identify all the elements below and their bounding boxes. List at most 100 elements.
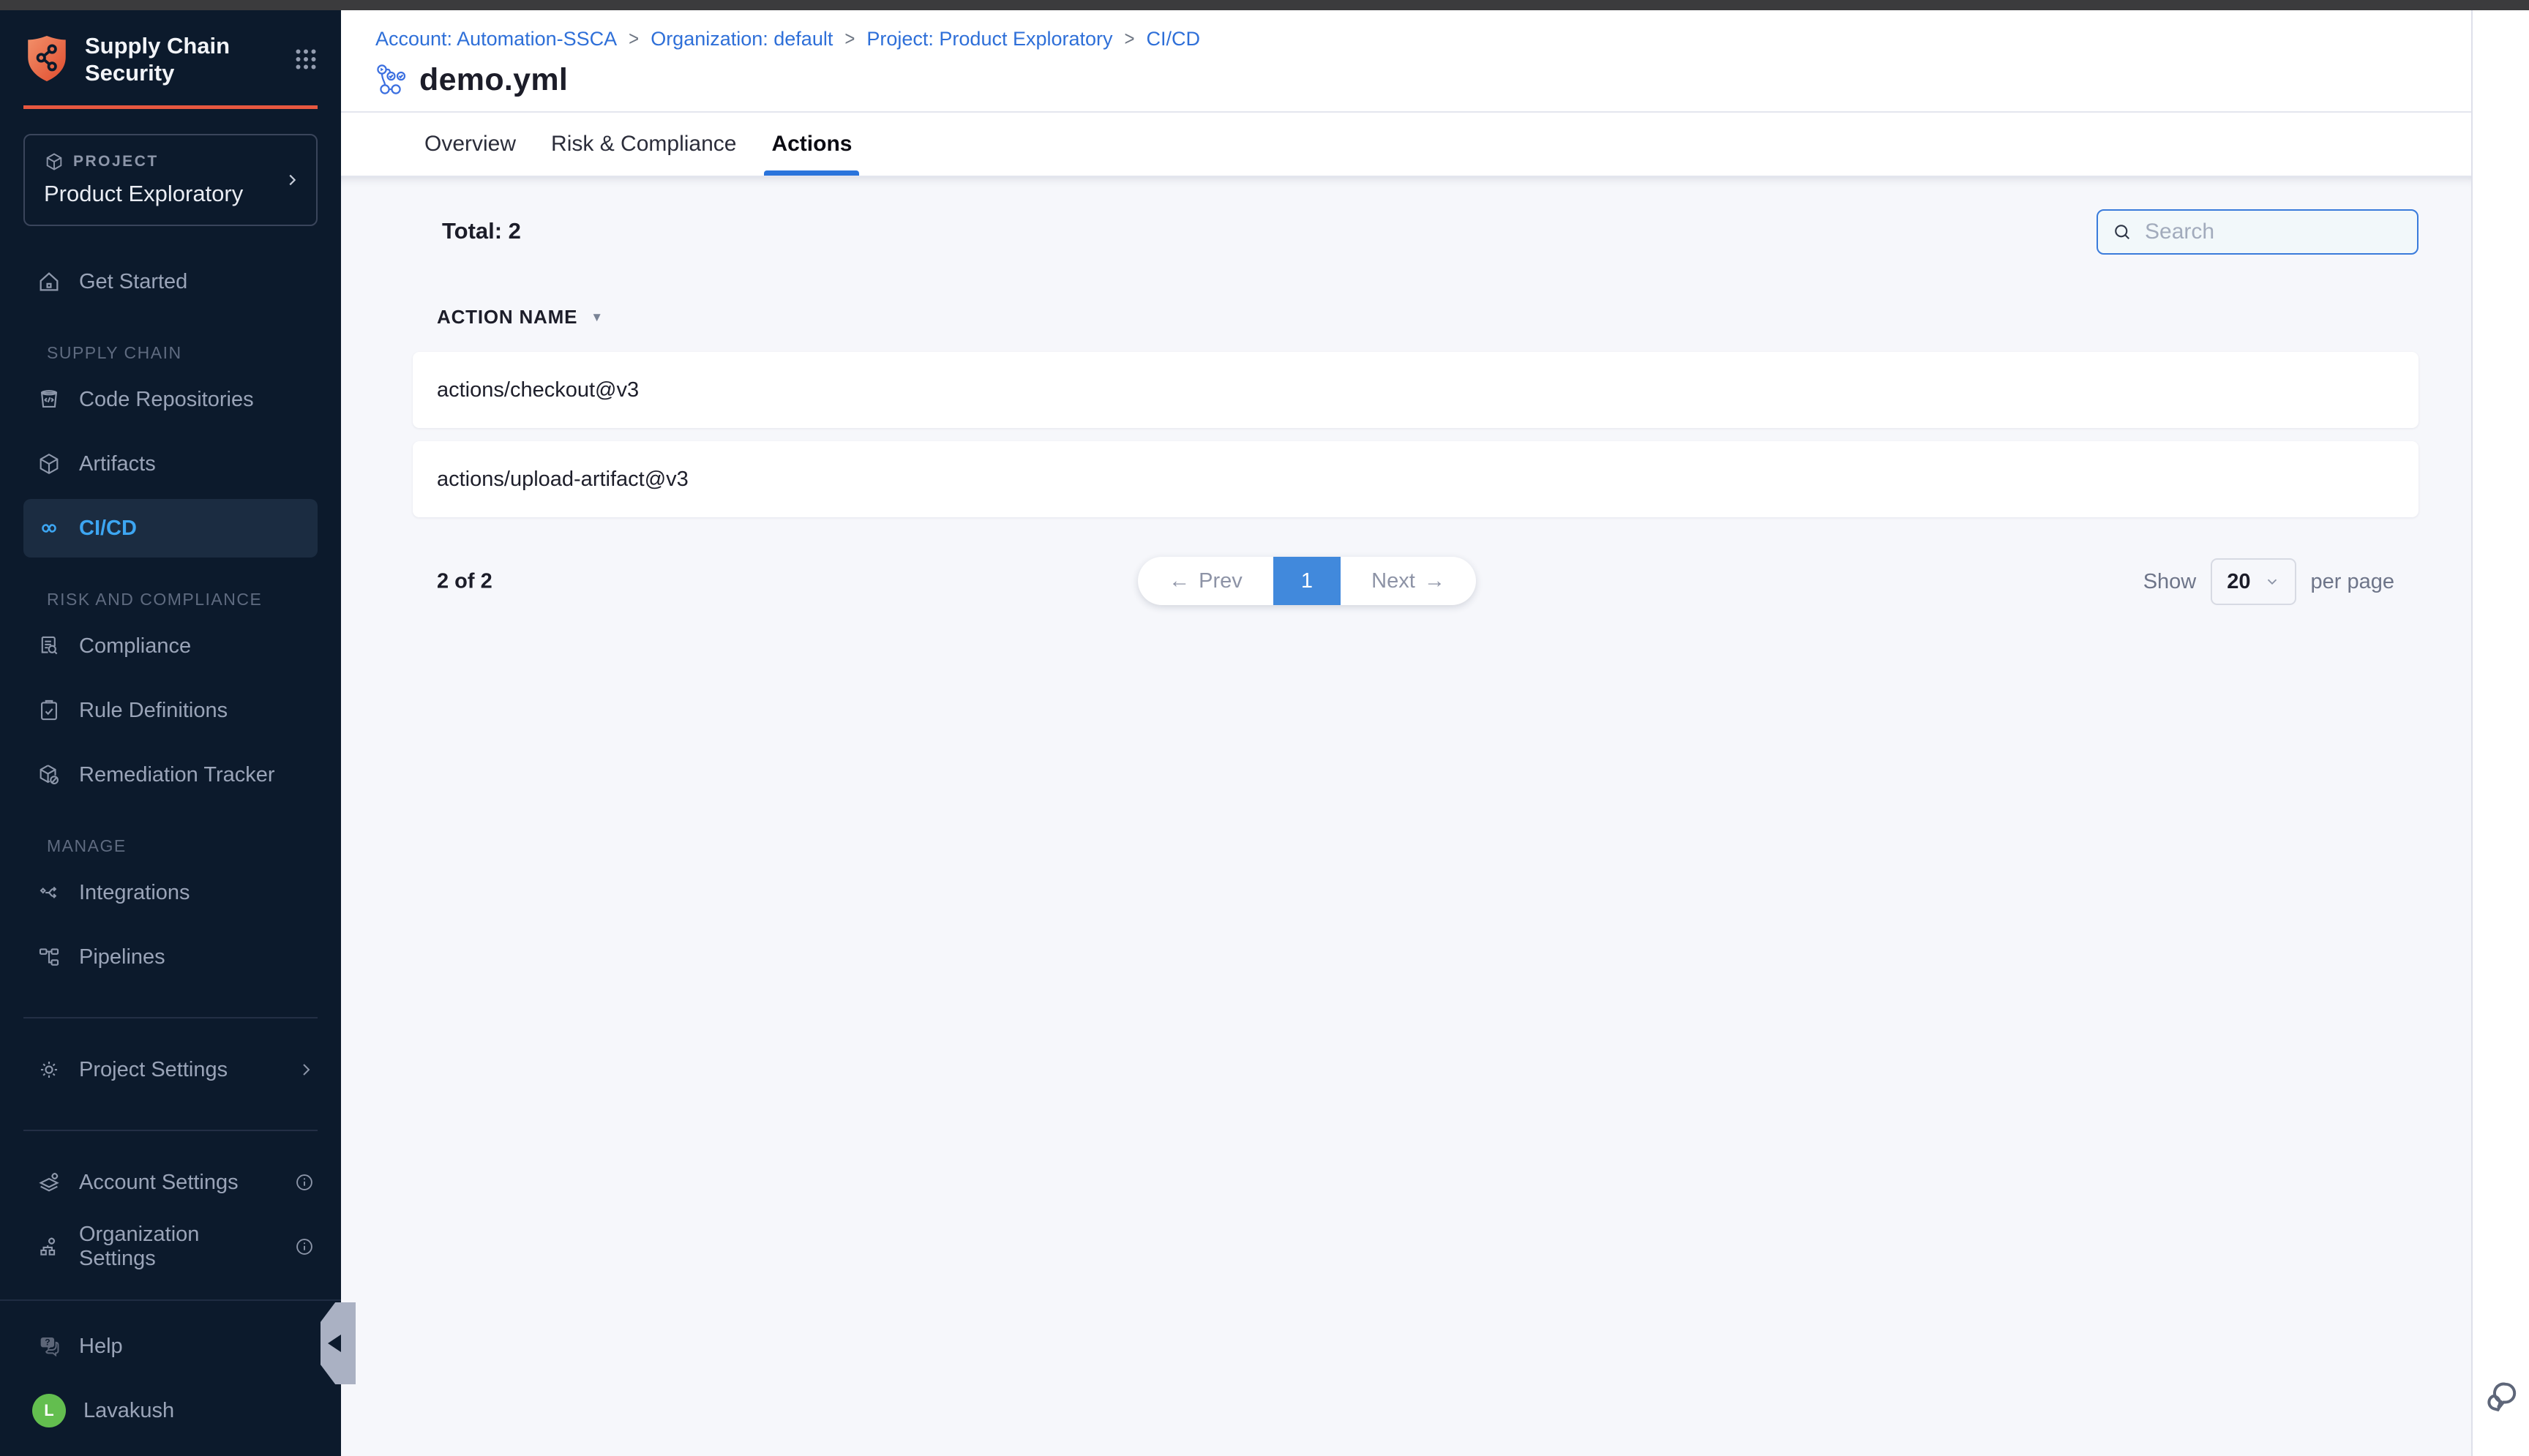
breadcrumb-cicd-link[interactable]: CI/CD [1147, 28, 1201, 50]
next-page-button[interactable]: Next → [1341, 557, 1476, 605]
sidebar-divider [23, 1017, 318, 1018]
breadcrumb-separator: > [1125, 27, 1135, 50]
current-page-button[interactable]: 1 [1273, 557, 1341, 605]
tabs: Overview Risk & Compliance Actions [341, 113, 2471, 177]
sidebar-item-project-settings[interactable]: Project Settings [0, 1040, 341, 1099]
pagination: 2 of 2 ← Prev 1 Next → Show 20 [413, 557, 2419, 607]
sidebar-item-label: Pipelines [79, 945, 165, 969]
per-page-label: per page [2311, 570, 2395, 594]
action-name-cell: actions/upload-artifact@v3 [437, 468, 689, 492]
left-arrow-icon: ← [1169, 569, 1190, 593]
sidebar-item-remediation-tracker[interactable]: Remediation Tracker [0, 746, 341, 804]
brand: Supply Chain Security [23, 32, 319, 86]
sidebar-item-account-settings[interactable]: Account Settings [0, 1153, 341, 1212]
window-top-bar [0, 0, 2529, 10]
page-title: demo.yml [419, 62, 568, 98]
sidebar-item-help[interactable]: ? Help [0, 1320, 341, 1373]
sidebar-item-organization-settings[interactable]: Organization Settings [0, 1217, 341, 1276]
pager: ← Prev 1 Next → [1138, 557, 1476, 605]
artifacts-cube-icon [37, 451, 61, 476]
brand-accent-rule [23, 105, 318, 109]
pagination-range: 2 of 2 [437, 570, 492, 594]
brand-title: Supply Chain Security [85, 32, 230, 86]
breadcrumb-organization-link[interactable]: Organization: default [651, 28, 833, 50]
section-risk-and-compliance: RISK AND COMPLIANCE [0, 590, 341, 609]
sidebar-divider [23, 1130, 318, 1131]
sidebar-item-label: Organization Settings [79, 1223, 277, 1271]
section-supply-chain: SUPPLY CHAIN [0, 343, 341, 363]
info-icon[interactable] [294, 1172, 315, 1193]
project-name: Product Exploratory [44, 181, 272, 207]
prev-page-button[interactable]: ← Prev [1138, 557, 1273, 605]
infinity-cicd-icon [37, 516, 61, 541]
main-area: Account: Automation-SSCA > Organization:… [341, 10, 2471, 1456]
search-icon [2111, 221, 2133, 243]
avatar: L [32, 1394, 66, 1427]
sidebar-item-label: Get Started [79, 270, 187, 294]
tab-label: Overview [424, 132, 516, 157]
org-hierarchy-gear-icon [37, 1234, 61, 1259]
collapse-left-arrow-icon [328, 1335, 341, 1352]
breadcrumb: Account: Automation-SSCA > Organization:… [375, 28, 2471, 50]
sidebar-item-label: Code Repositories [79, 388, 254, 412]
sidebar-item-cicd[interactable]: CI/CD [23, 499, 318, 558]
pipelines-icon [37, 945, 61, 969]
sidebar-item-code-repositories[interactable]: Code Repositories [0, 370, 341, 429]
chevron-right-icon [284, 169, 300, 191]
clipboard-check-icon [37, 698, 61, 723]
account-layers-gear-icon [37, 1170, 61, 1195]
search-input[interactable] [2145, 219, 2404, 244]
sidebar-item-compliance[interactable]: Compliance [0, 617, 341, 675]
right-arrow-icon: → [1424, 569, 1445, 593]
breadcrumb-separator: > [629, 27, 639, 50]
table-row[interactable]: actions/checkout@v3 [413, 352, 2419, 428]
code-repositories-icon [37, 387, 61, 412]
app-root: Supply Chain Security PROJECT [0, 10, 2529, 1456]
breadcrumb-project-link[interactable]: Project: Product Exploratory [866, 28, 1112, 50]
total-count: Total: 2 [442, 218, 521, 244]
section-manage: MANAGE [0, 836, 341, 856]
active-tab-underline [764, 170, 859, 176]
tab-overview[interactable]: Overview [424, 113, 516, 176]
remediation-box-icon [37, 762, 61, 787]
chevron-right-icon [297, 1061, 315, 1078]
integrations-icon [37, 880, 61, 905]
breadcrumb-account-link[interactable]: Account: Automation-SSCA [375, 28, 617, 50]
column-header-action-name[interactable]: ACTION NAME ▼ [437, 306, 2419, 329]
sidebar-item-pipelines[interactable]: Pipelines [0, 928, 341, 986]
chat-bubbles-icon[interactable] [2481, 1377, 2522, 1418]
user-name: Lavakush [83, 1399, 174, 1423]
page-size-value: 20 [2227, 570, 2250, 594]
sidebar-item-get-started[interactable]: Get Started [0, 252, 341, 311]
tab-label: Actions [771, 132, 852, 157]
table-row[interactable]: actions/upload-artifact@v3 [413, 441, 2419, 517]
breadcrumb-separator: > [844, 27, 855, 50]
sidebar-item-integrations[interactable]: Integrations [0, 863, 341, 922]
sidebar-item-label: Artifacts [79, 452, 156, 476]
sidebar-item-label: Rule Definitions [79, 699, 228, 723]
user-menu[interactable]: L Lavakush [0, 1384, 341, 1437]
sidebar-item-label: Account Settings [79, 1171, 239, 1195]
sidebar: Supply Chain Security PROJECT [0, 10, 341, 1456]
sidebar-item-rule-definitions[interactable]: Rule Definitions [0, 681, 341, 740]
app-grid-icon[interactable] [293, 46, 319, 72]
search-box[interactable] [2097, 209, 2419, 255]
column-label: ACTION NAME [437, 306, 577, 329]
page-size-control: Show 20 per page [2143, 558, 2394, 605]
info-icon[interactable] [294, 1237, 315, 1257]
home-icon [37, 269, 61, 294]
supply-chain-security-logo-icon [23, 34, 70, 84]
tab-actions[interactable]: Actions [771, 113, 852, 176]
page-size-select[interactable]: 20 [2211, 558, 2296, 605]
project-cube-icon [44, 151, 64, 172]
tab-risk-and-compliance[interactable]: Risk & Compliance [551, 113, 736, 176]
sidebar-item-label: Remediation Tracker [79, 763, 275, 787]
sidebar-item-artifacts[interactable]: Artifacts [0, 435, 341, 493]
next-label: Next [1371, 569, 1415, 593]
sidebar-item-label: Help [79, 1335, 123, 1359]
project-selector[interactable]: PROJECT Product Exploratory [23, 134, 318, 226]
sidebar-nav: Get Started SUPPLY CHAIN Code Repositori… [0, 242, 341, 1276]
sidebar-item-label: Compliance [79, 634, 191, 658]
sidebar-item-label: CI/CD [79, 517, 137, 541]
tab-label: Risk & Compliance [551, 132, 736, 157]
